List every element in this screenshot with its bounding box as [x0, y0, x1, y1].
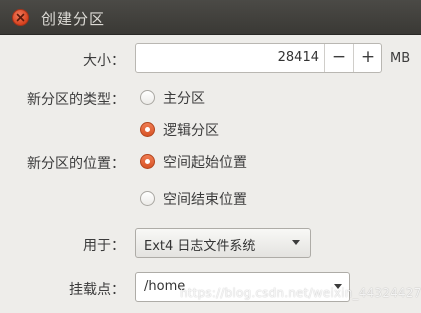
- increment-button[interactable]: +: [354, 44, 382, 72]
- logical-partition-label[interactable]: 逻辑分区: [163, 120, 219, 140]
- watermark: https://blog.csdn.net/weixin_44324427: [180, 286, 421, 300]
- close-button[interactable]: [12, 9, 29, 26]
- mount-point-label: 挂载点：: [69, 282, 125, 298]
- size-value[interactable]: 28414: [278, 50, 319, 65]
- partition-type-label: 新分区的类型：: [27, 92, 125, 108]
- location-start-radio[interactable]: [140, 154, 155, 169]
- location-end-label[interactable]: 空间结束位置: [163, 189, 247, 209]
- create-partition-dialog: 创建分区 大小： 28414 − + MB 新分区的类型： 主分区 逻辑分区 新…: [0, 0, 421, 313]
- use-as-value: Ext4 日志文件系统: [144, 239, 256, 254]
- partition-location-label: 新分区的位置：: [27, 156, 125, 172]
- close-icon: [16, 13, 25, 22]
- use-as-dropdown[interactable]: Ext4 日志文件系统: [135, 228, 311, 258]
- primary-partition-radio[interactable]: [140, 90, 155, 105]
- chevron-down-icon: [292, 240, 300, 245]
- size-spinbox[interactable]: 28414 − +: [135, 43, 382, 73]
- location-start-label[interactable]: 空间起始位置: [163, 152, 247, 172]
- window-title: 创建分区: [41, 10, 106, 28]
- size-label: 大小：: [83, 53, 125, 69]
- decrement-button[interactable]: −: [325, 44, 353, 72]
- size-unit: MB: [390, 51, 411, 66]
- primary-partition-label[interactable]: 主分区: [163, 88, 205, 108]
- location-end-radio[interactable]: [140, 191, 155, 206]
- use-as-label: 用于：: [83, 238, 125, 254]
- logical-partition-radio[interactable]: [140, 122, 155, 137]
- title-bar: 创建分区: [0, 0, 421, 35]
